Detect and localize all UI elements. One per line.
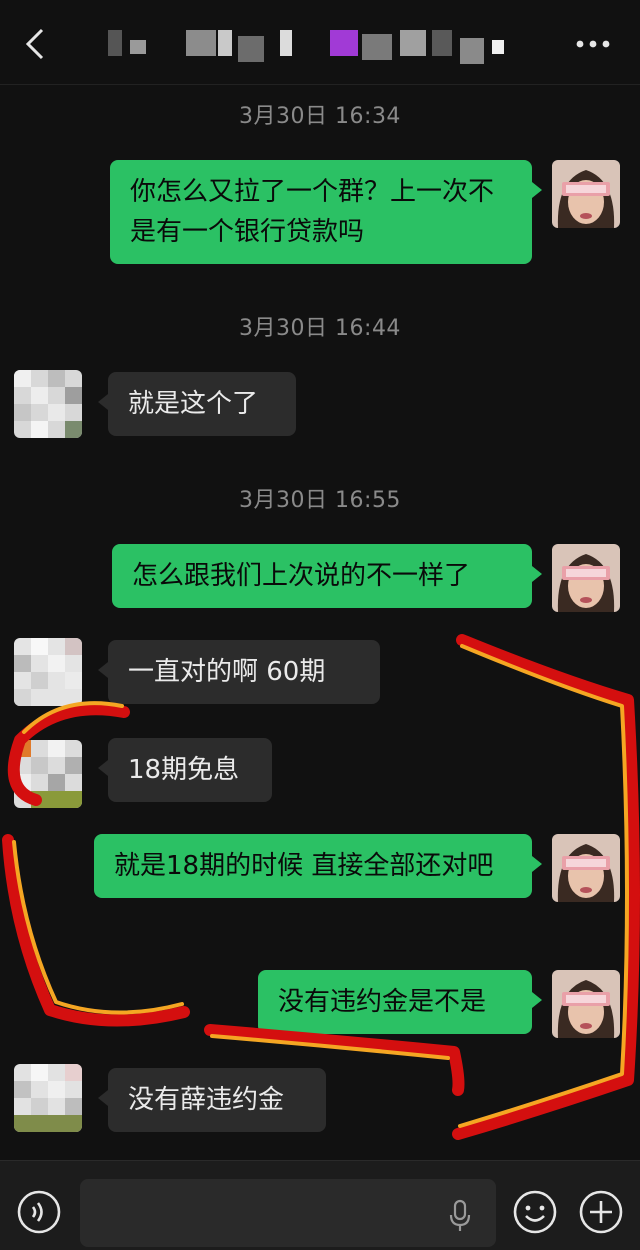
self-avatar[interactable] <box>552 544 620 612</box>
outgoing-message[interactable]: 你怎么又拉了一个群？上一次不是有一个银行贷款吗 <box>110 160 542 264</box>
incoming-message[interactable]: 18期免息 <box>98 738 272 802</box>
message-timestamp: 3月30日 16:55 <box>239 488 401 513</box>
chat-title <box>100 30 540 64</box>
chevron-left-icon[interactable] <box>20 24 52 64</box>
contact-avatar[interactable] <box>14 1064 82 1132</box>
voice-icon[interactable] <box>16 1189 62 1235</box>
message-timestamp: 3月30日 16:34 <box>239 104 401 129</box>
mic-icon[interactable] <box>448 1199 472 1233</box>
outgoing-message[interactable]: 怎么跟我们上次说的不一样了 <box>112 544 542 608</box>
input-bar <box>0 1160 640 1250</box>
contact-avatar[interactable] <box>14 740 82 808</box>
more-dots-icon[interactable] <box>574 34 614 54</box>
incoming-message[interactable]: 没有薛违约金 <box>98 1068 326 1132</box>
incoming-message[interactable]: 就是这个了 <box>98 372 296 436</box>
plus-icon[interactable] <box>578 1189 624 1235</box>
self-avatar[interactable] <box>552 970 620 1038</box>
contact-avatar[interactable] <box>14 370 82 438</box>
chat-header <box>0 0 640 85</box>
outgoing-message[interactable]: 就是18期的时候 直接全部还对吧 <box>94 834 542 898</box>
incoming-message[interactable]: 一直对的啊 60期 <box>98 640 380 704</box>
outgoing-message[interactable]: 没有违约金是不是 <box>258 970 542 1034</box>
self-avatar[interactable] <box>552 834 620 902</box>
emoji-icon[interactable] <box>512 1189 558 1235</box>
message-input[interactable] <box>80 1179 496 1247</box>
self-avatar[interactable] <box>552 160 620 228</box>
message-timestamp: 3月30日 16:44 <box>239 316 401 341</box>
contact-avatar[interactable] <box>14 638 82 706</box>
